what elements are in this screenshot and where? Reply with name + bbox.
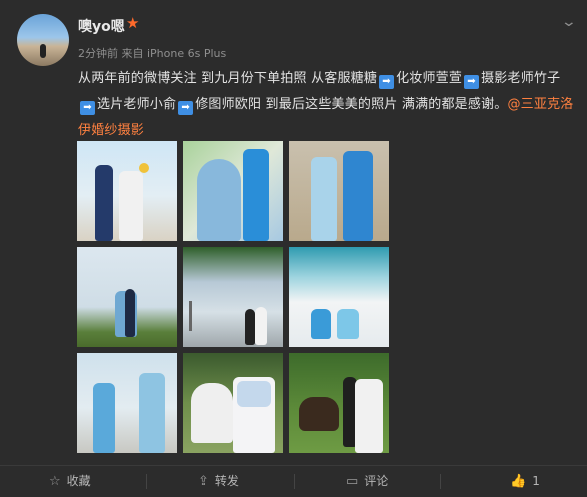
divider	[146, 474, 147, 489]
like-count: 1	[532, 474, 540, 488]
weibo-post-card: 噢yo嗯 ★ 2分钟前 来自 iPhone 6s Plus ⌄ 从两年前的微博关…	[0, 0, 587, 497]
comment-icon: ▭	[346, 474, 359, 489]
photo-1[interactable]	[77, 141, 177, 241]
post-text: 从两年前的微博关注 到九月份下单拍照 从客服糖糖 ➡ 化妆师萱萱 ➡ 摄影老师竹子➡ 选片…	[78, 66, 576, 144]
collect-icon: ☆	[49, 474, 61, 489]
like-button[interactable]: 👍 1	[510, 466, 540, 497]
post-text-part: 修图师欧阳 到最后这些美美的照片 满满的都是感谢。	[195, 97, 508, 112]
post-text-part: 从两年前的微博关注 到九月份下单拍照 从客服糖糖	[78, 71, 378, 86]
chevron-down-icon[interactable]: ⌄	[561, 14, 577, 30]
right-arrow-icon: ➡	[80, 101, 95, 115]
divider	[440, 474, 441, 489]
right-arrow-icon: ➡	[464, 75, 480, 89]
photo-grid	[77, 141, 389, 453]
post-text-part: 摄影老师竹子	[481, 71, 561, 86]
photo-3[interactable]	[289, 141, 389, 241]
right-arrow-icon: ➡	[379, 75, 395, 89]
collect-button[interactable]: ☆ 收藏	[49, 466, 91, 497]
photo-6[interactable]	[289, 247, 389, 347]
comment-button[interactable]: ▭ 评论	[346, 466, 388, 497]
post-meta: 2分钟前 来自 iPhone 6s Plus	[78, 47, 227, 60]
right-arrow-icon: ➡	[178, 101, 194, 115]
star-icon: ★	[126, 14, 140, 32]
repost-icon: ⇪	[198, 474, 209, 489]
divider	[294, 474, 295, 489]
action-bar: ☆ 收藏 ⇪ 转发 ▭ 评论 👍 1	[0, 465, 587, 497]
avatar[interactable]	[17, 14, 69, 66]
thumbs-up-icon: 👍	[510, 474, 527, 489]
photo-7[interactable]	[77, 353, 177, 453]
post-text-part: 化妆师萱萱	[396, 71, 463, 86]
collect-label: 收藏	[66, 474, 91, 488]
repost-button[interactable]: ⇪ 转发	[198, 466, 239, 497]
avatar-figure	[40, 44, 46, 58]
repost-label: 转发	[214, 474, 239, 488]
post-text-part: 选片老师小俞	[97, 97, 177, 112]
photo-5[interactable]	[183, 247, 283, 347]
comment-label: 评论	[364, 474, 389, 488]
photo-9[interactable]	[289, 353, 389, 453]
username[interactable]: 噢yo嗯	[78, 16, 125, 36]
photo-4[interactable]	[77, 247, 177, 347]
photo-8[interactable]	[183, 353, 283, 453]
photo-2[interactable]	[183, 141, 283, 241]
